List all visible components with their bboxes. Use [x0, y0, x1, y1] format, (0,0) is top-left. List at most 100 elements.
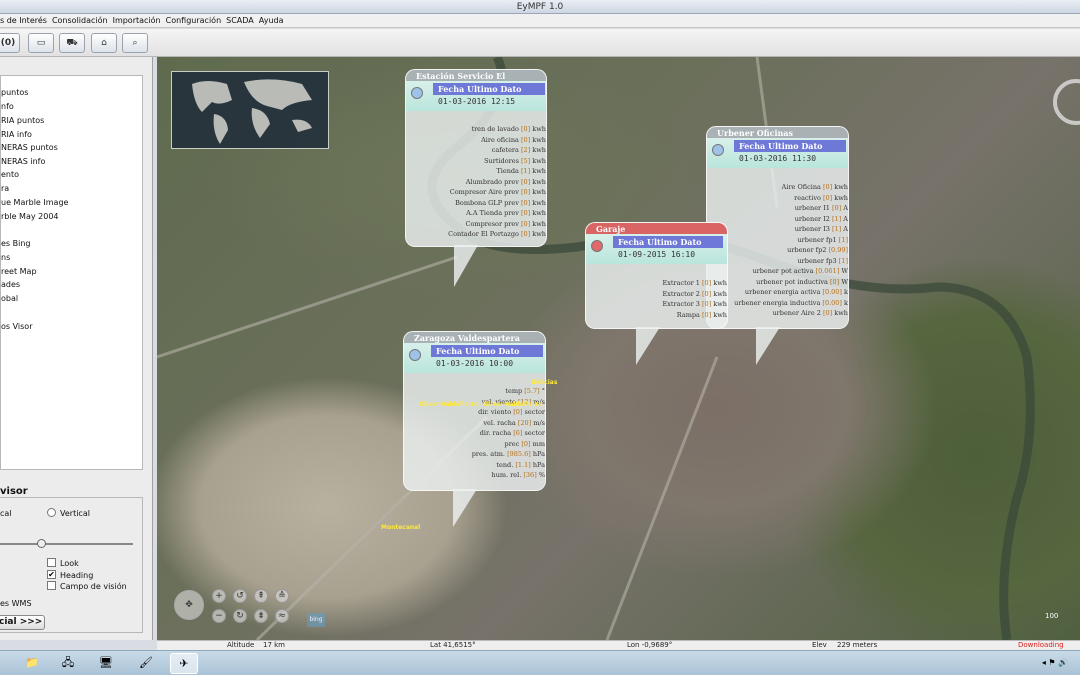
zoom-icon-button[interactable]: ⌕: [122, 33, 148, 53]
fov-checkbox[interactable]: [47, 581, 56, 590]
popup-row: Compresor prev [0] kwh: [465, 219, 546, 228]
remote-desktop-icon[interactable]: 🖥: [92, 653, 120, 674]
network-app-icon[interactable]: 🖧: [54, 653, 82, 674]
popup-rows: tren de lavado [0] kwh Aire oficina [0] …: [408, 124, 546, 240]
heading-label: Heading: [60, 571, 94, 580]
popup-row: Extractor 1 [0] kwh: [662, 279, 727, 287]
truck-icon-button[interactable]: ⛟: [59, 33, 85, 53]
rotate-left-icon[interactable]: ↺: [233, 589, 247, 603]
status-blue-icon: [409, 349, 421, 361]
popup-date: 01-03-2016 10:00: [436, 359, 514, 368]
popup-row: urbener fp1 [1]: [797, 235, 848, 244]
heading-checkbox[interactable]: ✔: [47, 570, 56, 579]
visor-slider-track[interactable]: [0, 543, 133, 545]
menu-ayuda[interactable]: Ayuda: [259, 14, 284, 27]
layer-list: puntos nfo RIA puntos RIA info NERAS pun…: [0, 75, 143, 470]
menu-configuracion[interactable]: Configuración: [166, 14, 222, 27]
vertical-radio[interactable]: [47, 508, 56, 517]
popup-row: Rampa [0] kwh: [676, 310, 727, 319]
river-overlay: [157, 57, 1035, 640]
station-popup-garaje[interactable]: Garaje Fecha Ultimo Dato 01-09-2015 16:1…: [585, 222, 728, 329]
layer-item[interactable]: NERAS info: [1, 157, 45, 166]
paint-app-icon[interactable]: 🖌: [132, 653, 160, 674]
popup-row: temp [5.7] °: [505, 387, 545, 395]
popup-row: urbener I3 [1] A: [794, 225, 848, 233]
layer-item[interactable]: nfo: [1, 102, 14, 111]
popup-row: urbener Aire 2 [0] kwh: [772, 309, 848, 317]
horizontal-radio-label[interactable]: cal: [0, 509, 12, 518]
popup-row: Tienda [1] kwh: [496, 167, 546, 175]
popup-title: Estación Servicio El Portazgo: [406, 70, 546, 91]
layer-item[interactable]: ra: [1, 184, 9, 193]
altitude-label: Altitude: [227, 641, 255, 649]
layer-item[interactable]: ento: [1, 170, 19, 179]
alerts-count-button[interactable]: (0): [0, 33, 20, 53]
zoom-out-icon[interactable]: −: [212, 609, 226, 623]
map-label-montecanal: Montecanal: [381, 524, 421, 531]
popup-row: urbener pot activa [0.061] W: [752, 267, 848, 275]
satellite-map[interactable]: Estación Servicio El Portazgo Fecha Ulti…: [157, 57, 1080, 640]
layer-item[interactable]: ades: [1, 280, 20, 289]
popup-row: urbener fp3 [1]: [797, 256, 848, 265]
system-tray-icons[interactable]: ◂ ⚑ 🔊: [1035, 653, 1075, 674]
popup-title: Garaje: [586, 223, 727, 234]
look-label: Look: [60, 559, 79, 568]
popup-date-header: Fecha Ultimo Dato: [433, 83, 545, 95]
file-explorer-icon[interactable]: 📁: [18, 653, 46, 674]
popup-rows: Aire Oficina [0] kwh reactivo [0] kwh ur…: [707, 182, 848, 319]
elevation-icon[interactable]: ⇟: [254, 609, 268, 623]
station-popup-valdespartera[interactable]: Zaragoza Valdespartera Fecha Ultimo Dato…: [403, 331, 546, 491]
layer-item[interactable]: rble May 2004: [1, 212, 59, 221]
layer-item[interactable]: reet Map: [1, 267, 37, 276]
window-icon-button[interactable]: ▭: [28, 33, 54, 53]
zoom-in-icon[interactable]: +: [212, 589, 226, 603]
popup-row: urbener pot inductiva [0] W: [756, 277, 848, 286]
look-checkbox[interactable]: [47, 558, 56, 567]
popup-title: Urbener Oficinas: [707, 127, 848, 138]
tilt-icon[interactable]: ≙: [275, 589, 289, 603]
popup-date-header: Fecha Ultimo Dato: [613, 236, 723, 248]
window-title: EyMPF 1.0: [0, 0, 1080, 14]
popup-rows: Extractor 1 [0] kwh Extractor 2 [0] kwh …: [586, 278, 727, 320]
pan-control-icon[interactable]: ✥: [174, 590, 204, 620]
layer-item[interactable]: ns: [1, 253, 10, 262]
popup-date-header: Fecha Ultimo Dato: [431, 345, 543, 357]
eympf-app-icon[interactable]: ✈: [170, 653, 198, 674]
popup-row: urbener I2 [1] A: [794, 214, 848, 223]
menu-bar: s de Interés Consolidación Importación C…: [0, 14, 1080, 28]
layer-item[interactable]: ue Marble Image: [1, 198, 68, 207]
layer-item[interactable]: NERAS puntos: [1, 143, 58, 152]
menu-scada[interactable]: SCADA: [226, 14, 254, 27]
visor-section-title: visor: [0, 486, 28, 497]
popup-date: 01-09-2015 16:10: [618, 250, 696, 259]
menu-consolidacion[interactable]: Consolidación: [52, 14, 108, 27]
rotate-right-icon[interactable]: ↻: [233, 609, 247, 623]
status-bar: Altitude 17 km Lat 41,6515° Lon -0,9689°…: [157, 640, 1080, 650]
popup-row: Aire oficina [0] kwh: [481, 135, 546, 144]
layer-item[interactable]: es Bing: [1, 239, 31, 248]
popup-row: urbener energia inductiva [0.00] k: [734, 298, 848, 307]
layer-item[interactable]: RIA info: [1, 130, 32, 139]
taskbar: 📁 🖧 🖥 🖌 ✈ ◂ ⚑ 🔊: [0, 650, 1080, 675]
layer-item[interactable]: puntos: [1, 88, 28, 97]
popup-row: reactivo [0] kwh: [794, 193, 848, 202]
initial-view-button[interactable]: cial >>>: [0, 615, 45, 630]
menu-importacion[interactable]: Importación: [113, 14, 161, 27]
visor-slider-thumb[interactable]: [37, 539, 46, 548]
popup-row: prec [0] mm: [504, 439, 545, 448]
tilt-up-icon[interactable]: ⇞: [254, 589, 268, 603]
home-icon-button[interactable]: ⌂: [91, 33, 117, 53]
left-panel: puntos nfo RIA puntos RIA info NERAS pun…: [0, 57, 153, 640]
popup-title: Zaragoza Valdespartera: [404, 332, 545, 343]
layer-item[interactable]: os Visor: [1, 322, 32, 331]
downloading-status: Downloading: [1018, 641, 1064, 649]
layer-item[interactable]: RIA puntos: [1, 116, 44, 125]
menu-puntos-interes[interactable]: s de Interés: [0, 14, 47, 27]
bing-logo: bing: [307, 613, 325, 627]
layer-item[interactable]: obal: [1, 294, 18, 303]
popup-row: Aire Oficina [0] kwh: [781, 183, 848, 191]
station-popup-portazgo[interactable]: Estación Servicio El Portazgo Fecha Ulti…: [405, 69, 547, 247]
altitude-value: 17 km: [263, 641, 286, 649]
popup-row: urbener fp2 [0.99]: [787, 246, 848, 254]
reset-view-icon[interactable]: ≈: [275, 609, 289, 623]
